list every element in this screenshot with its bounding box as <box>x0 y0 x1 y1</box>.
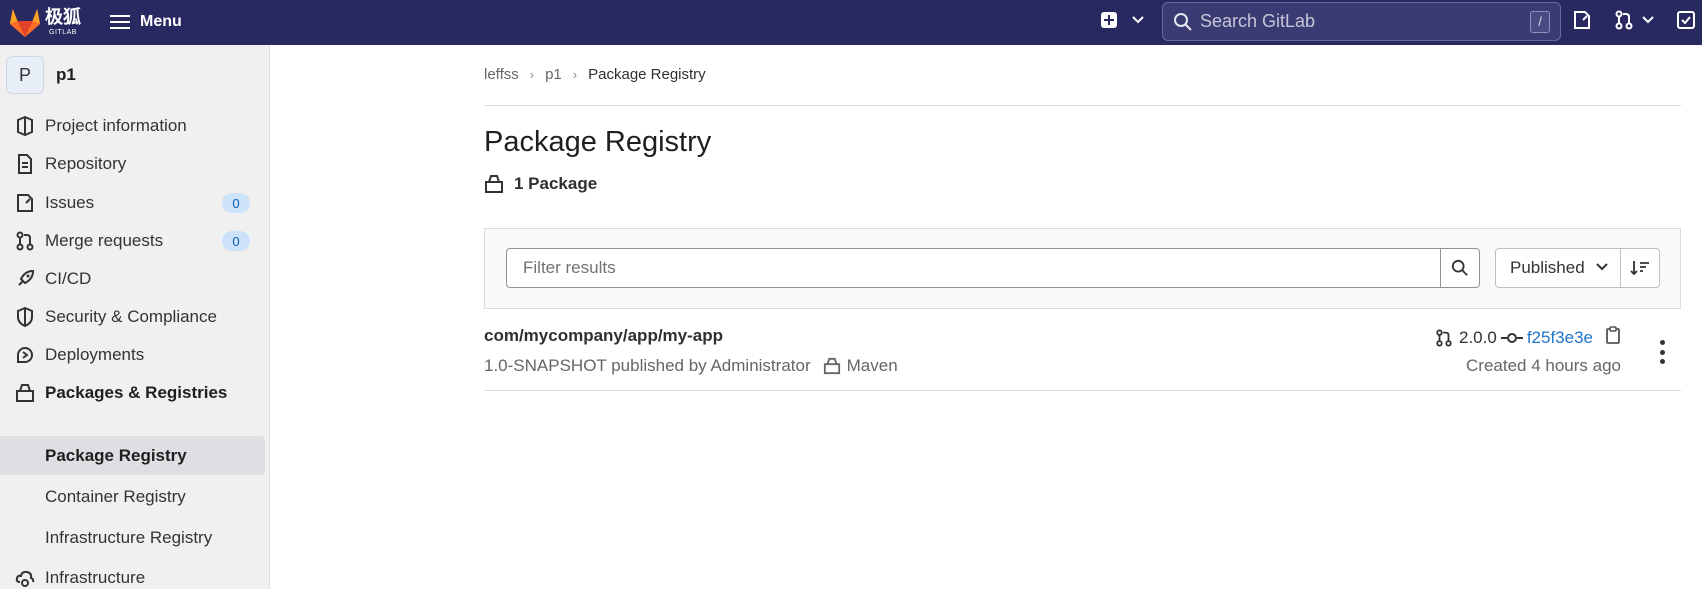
package-pipeline-info: 2.0.0 f25f3e3e <box>1435 326 1621 349</box>
search-icon <box>1174 12 1192 31</box>
merge-requests-count-badge: 0 <box>222 231 250 251</box>
issues-icon <box>14 192 36 214</box>
package-count-label: 1 Package <box>514 174 598 193</box>
merge-request-icon <box>14 230 36 252</box>
sidebar-item-merge-requests[interactable]: Merge requests 0 <box>0 222 265 260</box>
breadcrumb-divider <box>484 105 1681 106</box>
deployments-icon <box>14 344 36 366</box>
sidebar-item-deployments[interactable]: Deployments <box>0 336 265 374</box>
package-count: 1 Package <box>484 174 597 194</box>
top-navbar: 极狐 GITLAB Menu Search GitLab / <box>0 0 1702 45</box>
left-sidebar: P p1 Project information Repository Issu… <box>0 45 270 589</box>
filter-input[interactable]: Filter results <box>506 248 1441 288</box>
sidebar-item-packages-registries[interactable]: Packages & Registries <box>0 374 265 412</box>
breadcrumb-link-namespace[interactable]: leffss <box>484 66 519 83</box>
shield-icon <box>14 306 36 328</box>
breadcrumb-link-project[interactable]: p1 <box>545 66 562 83</box>
filter-search-button[interactable] <box>1440 248 1480 288</box>
sidebar-item-label: Packages & Registries <box>45 383 228 402</box>
commit-sha-link[interactable]: f25f3e3e <box>1527 328 1593 348</box>
sidebar-subitem-container-registry[interactable]: Container Registry <box>0 477 265 516</box>
sort-direction-button[interactable] <box>1620 248 1660 288</box>
merge-requests-dropdown[interactable] <box>1614 10 1654 30</box>
breadcrumb-chevron-icon: › <box>529 67 535 82</box>
cloud-gear-icon <box>14 567 36 589</box>
project-avatar: P <box>6 56 44 94</box>
sidebar-item-label: Merge requests <box>45 231 164 250</box>
search-icon <box>1451 259 1468 276</box>
issues-icon[interactable] <box>1572 10 1592 30</box>
sidebar-item-label: Security & Compliance <box>45 307 217 326</box>
filter-bar: Filter results Published <box>484 228 1681 309</box>
menu-button[interactable]: Menu <box>110 10 182 34</box>
chevron-down-icon <box>1132 16 1144 24</box>
sidebar-item-label: CI/CD <box>45 269 92 288</box>
project-icon <box>14 115 36 137</box>
package-meta: 1.0-SNAPSHOT published by Administrator … <box>484 356 898 376</box>
sidebar-item-label: Deployments <box>45 345 145 364</box>
page-title: Package Registry <box>484 126 712 158</box>
merge-request-icon <box>1615 10 1633 30</box>
search-box[interactable]: Search GitLab / <box>1162 2 1561 41</box>
hamburger-icon <box>110 15 130 29</box>
sidebar-item-label: Repository <box>45 154 127 173</box>
menu-label: Menu <box>140 13 182 30</box>
breadcrumb: leffss › p1 › Package Registry <box>484 66 706 83</box>
breadcrumb-chevron-icon: › <box>572 67 578 82</box>
package-branch-version: 2.0.0 <box>1459 327 1497 347</box>
search-input[interactable]: Search GitLab <box>1200 11 1530 32</box>
commit-icon <box>1500 332 1523 344</box>
package-icon <box>14 382 36 404</box>
sidebar-subitem-label: Package Registry <box>45 445 187 465</box>
package-icon <box>485 175 503 193</box>
merge-request-icon <box>1436 328 1452 347</box>
package-name-link[interactable]: com/mycompany/app/my-app <box>484 326 723 346</box>
sort-dropdown[interactable]: Published <box>1495 248 1621 288</box>
sidebar-subitem-infrastructure-registry[interactable]: Infrastructure Registry <box>0 518 265 557</box>
project-header[interactable]: P p1 <box>6 56 76 94</box>
sidebar-item-label: Issues <box>45 193 95 212</box>
chevron-down-icon <box>1596 263 1608 271</box>
issues-count-badge: 0 <box>222 193 250 213</box>
document-icon <box>14 153 36 175</box>
copy-clipboard-icon[interactable] <box>1605 326 1621 349</box>
sidebar-subitem-label: Container Registry <box>45 486 186 506</box>
breadcrumb-current[interactable]: Package Registry <box>588 66 706 83</box>
sidebar-item-label: Project information <box>45 116 187 135</box>
sidebar-item-infrastructure[interactable]: Infrastructure <box>0 559 265 597</box>
package-icon <box>823 357 840 375</box>
plus-square-icon <box>1101 12 1117 28</box>
sort-lowest-icon <box>1630 261 1649 276</box>
sidebar-subitem-label: Infrastructure Registry <box>45 527 213 547</box>
new-dropdown-button[interactable] <box>1100 11 1144 29</box>
sidebar-subitem-package-registry[interactable]: Package Registry <box>0 436 265 475</box>
sidebar-item-repository[interactable]: Repository <box>0 145 265 183</box>
brand-name: 极狐 <box>45 6 81 28</box>
sidebar-item-issues[interactable]: Issues 0 <box>0 184 265 222</box>
package-version-published: 1.0-SNAPSHOT published by Administrator <box>484 356 811 375</box>
sidebar-item-label: Infrastructure <box>45 568 146 587</box>
more-actions-icon[interactable] <box>1657 340 1667 364</box>
package-type-label: Maven <box>846 356 898 375</box>
package-created-time: Created 4 hours ago <box>1466 356 1621 375</box>
package-type: Maven <box>823 356 898 376</box>
tanuki-logo-icon <box>9 8 41 38</box>
gitlab-logo[interactable]: 极狐 GITLAB <box>8 4 88 40</box>
brand-subname: GITLAB <box>49 28 77 36</box>
sidebar-item-project-information[interactable]: Project information <box>0 107 265 145</box>
sidebar-item-ci-cd[interactable]: CI/CD <box>0 260 265 298</box>
chevron-down-icon <box>1642 16 1654 24</box>
search-shortcut-badge: / <box>1530 10 1550 33</box>
sort-label: Published <box>1510 258 1585 277</box>
sidebar-item-security-compliance[interactable]: Security & Compliance <box>0 298 265 336</box>
rocket-icon <box>14 268 36 290</box>
todo-icon[interactable] <box>1676 10 1696 30</box>
project-name: p1 <box>56 65 76 84</box>
package-list-item: com/mycompany/app/my-app 1.0-SNAPSHOT pu… <box>484 318 1681 391</box>
